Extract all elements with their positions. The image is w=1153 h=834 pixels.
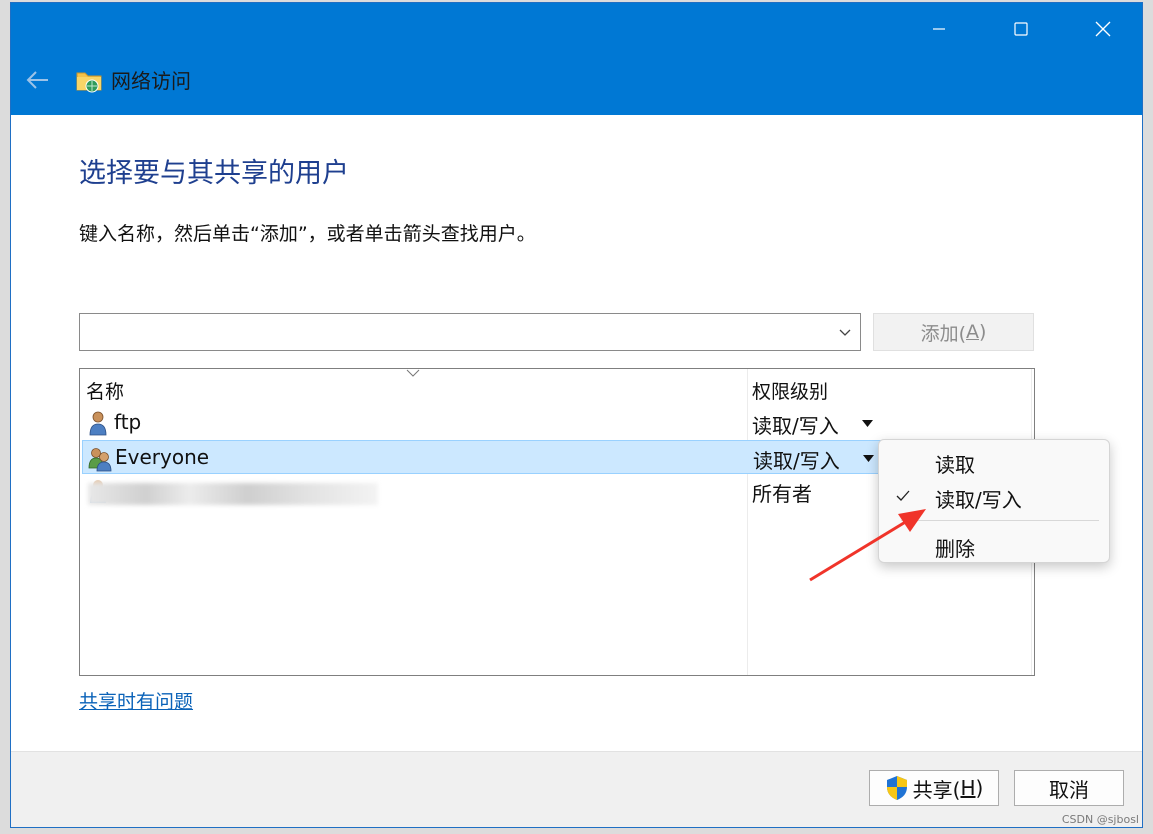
column-header-permission[interactable]: 权限级别	[752, 377, 828, 404]
add-label-suffix: )	[979, 321, 987, 343]
user-name: Everyone	[115, 445, 210, 469]
group-icon	[88, 448, 112, 472]
window-title: 网络访问	[111, 69, 191, 93]
dropdown-triangle-icon[interactable]	[863, 455, 874, 462]
share-button[interactable]: 共享(H)	[869, 770, 999, 806]
permission-value[interactable]: 读取/写入	[752, 410, 839, 439]
maximize-icon	[1014, 22, 1028, 36]
sharing-help-link[interactable]: 共享时有问题	[79, 687, 193, 714]
list-row-ftp[interactable]: ftp 读取/写入	[82, 406, 1032, 440]
menu-item-read[interactable]: 读取	[879, 445, 1109, 479]
dialog-footer: 共享(H) 取消	[11, 751, 1142, 827]
chevron-down-icon[interactable]	[838, 326, 852, 340]
permission-value[interactable]: 读取/写入	[753, 445, 840, 474]
add-accel-key: A	[966, 321, 979, 343]
back-button[interactable]	[23, 65, 53, 95]
dropdown-triangle-icon[interactable]	[862, 420, 873, 427]
cancel-button[interactable]: 取消	[1014, 770, 1124, 806]
redacted-owner-name	[88, 483, 378, 505]
user-name-input[interactable]	[84, 318, 828, 348]
share-accel-key: H	[960, 776, 976, 800]
title-bar: 网络访问	[11, 3, 1142, 115]
close-icon	[1095, 21, 1111, 37]
back-arrow-icon	[26, 71, 48, 89]
minimize-icon	[933, 28, 945, 30]
share-label-prefix: 共享(	[912, 777, 961, 802]
user-combo-box[interactable]	[79, 313, 861, 351]
network-folder-icon	[76, 72, 102, 93]
instruction-text: 键入名称，然后单击“添加”，或者单击箭头查找用户。	[79, 223, 536, 245]
menu-item-label: 删除	[935, 537, 975, 561]
page-heading: 选择要与其共享的用户	[79, 158, 349, 189]
user-name: ftp	[114, 410, 142, 434]
add-label-prefix: 添加(	[920, 322, 966, 345]
menu-item-label: 读取	[935, 453, 975, 477]
maximize-button[interactable]	[991, 11, 1051, 47]
minimize-button[interactable]	[909, 11, 969, 47]
uac-shield-icon	[886, 776, 907, 800]
menu-item-label: 读取/写入	[935, 488, 1022, 512]
watermark: CSDN @sjbosl	[1061, 813, 1139, 826]
sort-arrow-icon	[406, 369, 420, 377]
annotation-arrow-icon	[809, 509, 926, 582]
add-button[interactable]: 添加(A)	[873, 313, 1034, 351]
column-header-name[interactable]: 名称	[86, 377, 124, 404]
user-icon	[89, 411, 107, 436]
close-button[interactable]	[1073, 11, 1133, 47]
share-label-suffix: )	[975, 776, 984, 800]
network-access-dialog: 网络访问 选择要与其共享的用户 键入名称，然后单击“添加”，或者单击箭头查找用户…	[10, 2, 1143, 828]
